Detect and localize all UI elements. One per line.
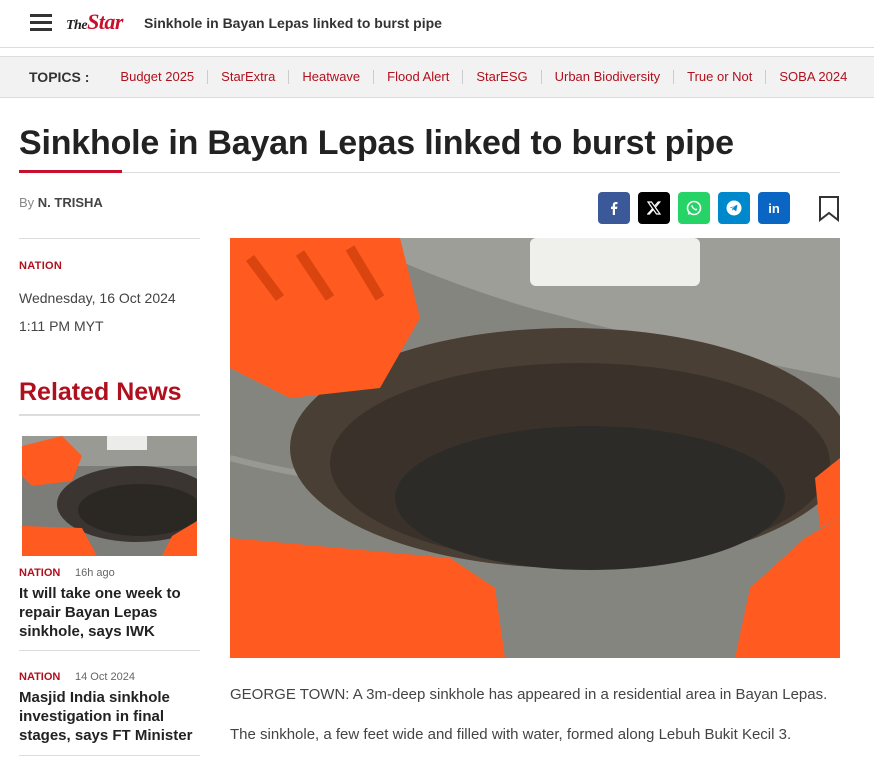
related-news-heading: Related News	[19, 378, 182, 406]
facebook-icon	[611, 202, 618, 215]
topic-true-or-not[interactable]: True or Not	[674, 70, 767, 84]
article-time: 1:11 PM MYT	[19, 318, 104, 334]
telegram-share-button[interactable]	[718, 192, 750, 224]
related-divider	[19, 414, 200, 416]
topics-label: TOPICS :	[29, 69, 90, 85]
facebook-share-button[interactable]	[598, 192, 630, 224]
article-date: Wednesday, 16 Oct 2024	[19, 290, 176, 306]
left-divider-top	[19, 238, 200, 239]
sinkhole-photo	[230, 238, 840, 658]
logo-star-text: Star	[87, 9, 123, 34]
linkedin-share-button[interactable]: in	[758, 192, 790, 224]
title-accent-bar	[19, 170, 122, 173]
top-header: TheStar Sinkhole in Bayan Lepas linked t…	[0, 0, 874, 48]
header-article-title: Sinkhole in Bayan Lepas linked to burst …	[144, 15, 442, 31]
related-divider-1	[19, 650, 200, 651]
related-item-1-time: 16h ago	[75, 567, 115, 579]
article-hero-image[interactable]	[230, 238, 840, 658]
bookmark-icon	[819, 196, 839, 223]
related-item-2-title[interactable]: Masjid India sinkhole investigation in f…	[19, 688, 204, 745]
topic-heatwave[interactable]: Heatwave	[289, 70, 375, 84]
article-title: Sinkhole in Bayan Lepas linked to burst …	[19, 124, 734, 162]
author-link[interactable]: N. TRISHA	[38, 195, 103, 210]
topic-staresg[interactable]: StarESG	[463, 70, 542, 84]
menu-icon[interactable]	[30, 14, 52, 32]
topic-soba-2024[interactable]: SOBA 2024	[766, 70, 860, 84]
byline-prefix: By	[19, 195, 35, 210]
related-item-2-category[interactable]: NATION	[19, 671, 60, 683]
related-thumbnail[interactable]	[22, 436, 197, 556]
article-paragraph-2: The sinkhole, a few feet wide and filled…	[230, 726, 792, 743]
related-item-2-time: 14 Oct 2024	[75, 671, 135, 683]
logo-the-text: The	[66, 18, 88, 33]
topics-bar: TOPICS : Budget 2025 StarExtra Heatwave …	[0, 56, 874, 98]
bookmark-button[interactable]	[818, 196, 840, 223]
whatsapp-share-button[interactable]	[678, 192, 710, 224]
article-category[interactable]: NATION	[19, 260, 62, 272]
byline: By N. TRISHA	[19, 195, 103, 210]
topic-flood-alert[interactable]: Flood Alert	[374, 70, 464, 84]
x-icon	[647, 201, 661, 215]
the-star-logo[interactable]: TheStar	[66, 9, 123, 37]
topic-starextra[interactable]: StarExtra	[208, 70, 290, 84]
whatsapp-icon	[686, 200, 702, 216]
related-item-1-category[interactable]: NATION	[19, 567, 60, 579]
related-item-1-title[interactable]: It will take one week to repair Bayan Le…	[19, 584, 204, 641]
telegram-icon	[726, 200, 742, 216]
x-share-button[interactable]	[638, 192, 670, 224]
topic-urban-biodiversity[interactable]: Urban Biodiversity	[542, 70, 675, 84]
linkedin-icon: in	[768, 200, 780, 216]
sinkhole-thumbnail-image	[22, 436, 197, 556]
article-paragraph-1: GEORGE TOWN: A 3m-deep sinkhole has appe…	[230, 686, 828, 703]
title-divider	[19, 172, 840, 173]
topic-budget-2025[interactable]: Budget 2025	[107, 70, 209, 84]
related-divider-2	[19, 755, 200, 756]
